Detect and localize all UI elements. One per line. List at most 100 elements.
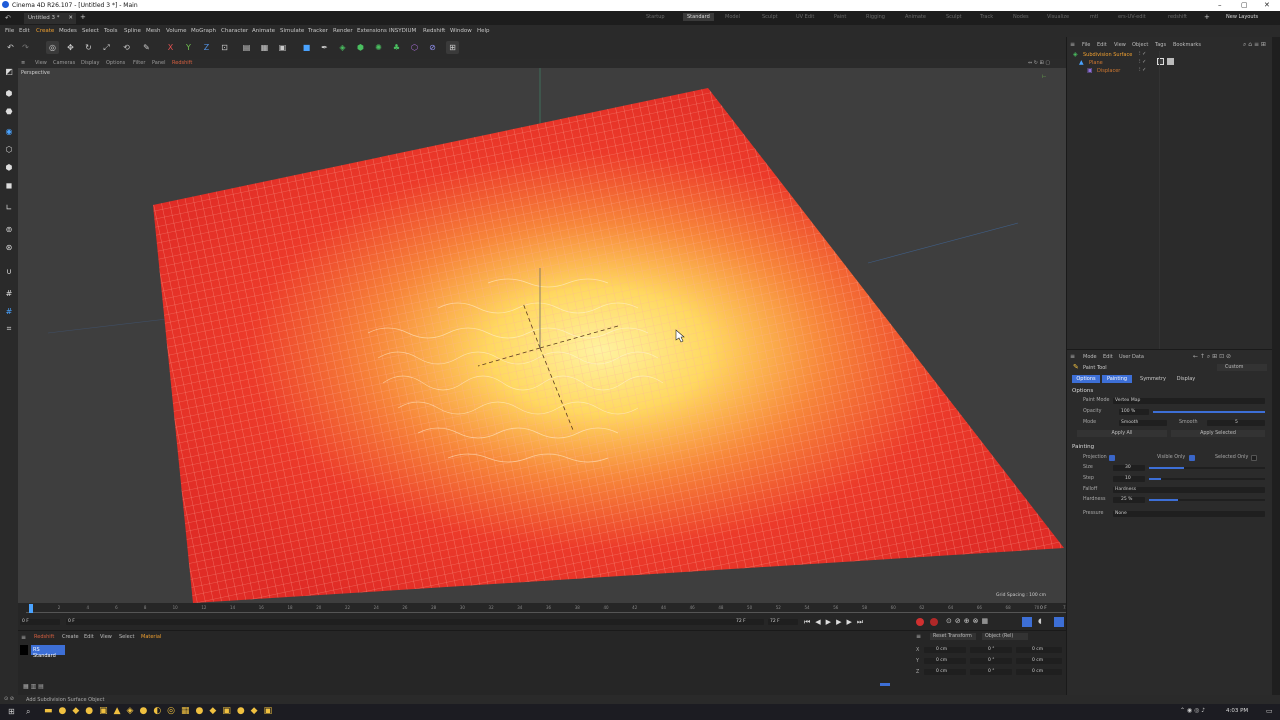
undo-history-icon[interactable]: ↶	[5, 14, 11, 22]
timeline-mode-toggle[interactable]	[1022, 617, 1032, 627]
scale-field[interactable]: 0 cm	[1016, 647, 1062, 653]
apply-all-button[interactable]: Apply All	[1077, 430, 1167, 437]
object-visibility-icons[interactable]: ⁝ ✓	[1139, 51, 1146, 57]
close-window-button[interactable]: ✕	[1264, 1, 1270, 9]
opacity-slider[interactable]	[1153, 411, 1265, 413]
selected-only-checkbox[interactable]	[1251, 455, 1257, 461]
rotation-field[interactable]: 0 °	[970, 658, 1012, 664]
layout-animate[interactable]: Animate	[905, 14, 926, 20]
object-row-displacer[interactable]: ▣ Displacer ⁝ ✓	[1087, 67, 1273, 75]
viewport-nav-icons[interactable]: ⇔ ↻ ⊞ ▢	[1028, 60, 1050, 66]
menu-tracker[interactable]: Tracker	[308, 28, 328, 34]
position-field[interactable]: 0 cm	[924, 658, 966, 664]
am-menu-mode[interactable]: Mode	[1083, 354, 1097, 360]
render-view-icon[interactable]: ▤	[240, 41, 253, 54]
om-menu-tags[interactable]: Tags	[1155, 42, 1166, 48]
quantize-icon[interactable]: #	[3, 305, 15, 317]
minimize-button[interactable]: –	[1218, 1, 1222, 9]
menu-window[interactable]: Window	[450, 28, 472, 34]
viewport-menu-cameras[interactable]: Cameras	[53, 60, 75, 66]
layout-paint[interactable]: Paint	[834, 14, 846, 20]
layout-sculpt[interactable]: Sculpt	[762, 14, 778, 20]
mode-select[interactable]: Smooth	[1119, 420, 1167, 426]
uv-mode-icon[interactable]: ⬢	[3, 161, 15, 173]
viewport-menu-panel[interactable]: Panel	[152, 60, 166, 66]
viewport-menu-display[interactable]: Display	[81, 60, 99, 66]
am-menu-user-data[interactable]: User Data	[1119, 354, 1144, 360]
menu-insydium[interactable]: INSYDIUM	[389, 28, 416, 34]
preview-range-field[interactable]: 0 F	[66, 619, 736, 625]
menu-render[interactable]: Render	[333, 28, 353, 34]
step-slider[interactable]	[1149, 478, 1265, 480]
axis-x-toggle[interactable]: X	[164, 41, 177, 54]
cloner-icon[interactable]: ✺	[372, 41, 385, 54]
scale-field[interactable]: 0 cm	[1016, 669, 1062, 675]
layout-nodes[interactable]: Nodes	[1013, 14, 1029, 20]
live-selection-icon[interactable]: ◎	[46, 41, 59, 54]
workplane-snap-icon[interactable]: ⌗	[3, 323, 15, 335]
hardness-slider[interactable]	[1149, 499, 1265, 501]
end-frame-field[interactable]: 72 F	[768, 619, 798, 625]
render-picture-viewer-icon[interactable]: ▦	[258, 41, 271, 54]
size-slider[interactable]	[1149, 467, 1265, 469]
material-menu-redshift[interactable]: Redshift	[34, 634, 54, 640]
menu-modes[interactable]: Modes	[59, 28, 77, 34]
pressure-select[interactable]: None	[1113, 511, 1265, 517]
am-menu-edit[interactable]: Edit	[1103, 354, 1113, 360]
start-frame-field[interactable]: 0 F	[20, 619, 60, 625]
sculpt-icon[interactable]: ⊛	[3, 241, 15, 253]
object-row-plane[interactable]: ▲ Plane ⁝ ✓	[1079, 58, 1273, 67]
paint-brush-icon[interactable]: ✎	[140, 41, 153, 54]
layout-sculpt-2[interactable]: Sculpt	[946, 14, 962, 20]
material-menu-material[interactable]: Material	[141, 634, 161, 640]
object-visibility-icons[interactable]: ⁝ ✓	[1139, 67, 1146, 73]
menu-file[interactable]: File	[5, 28, 14, 34]
step-field[interactable]: 10	[1113, 476, 1145, 482]
sound-icon[interactable]: ◖	[1038, 617, 1042, 625]
tray-icons[interactable]: ⌃ ◉ ◎ ♪	[1180, 707, 1205, 714]
start-icon[interactable]: ⊞	[8, 707, 15, 716]
material-menu-view[interactable]: View	[100, 634, 112, 640]
opacity-field[interactable]: 100 %	[1119, 409, 1149, 415]
redshift-tools-icon[interactable]: ⊞	[446, 41, 459, 54]
rotation-field[interactable]: 0 °	[970, 647, 1012, 653]
menu-mograph[interactable]: MoGraph	[191, 28, 216, 34]
axis-y-toggle[interactable]: Y	[182, 41, 195, 54]
om-menu-view[interactable]: View	[1114, 42, 1126, 48]
add-layout-icon[interactable]: +	[1204, 13, 1210, 21]
am-nav-icons[interactable]: ← ↑ ⌕ ⊞ ⊡ ⊘	[1193, 353, 1231, 361]
settings-toggle[interactable]	[1054, 617, 1064, 627]
array-icon[interactable]: ⬢	[354, 41, 367, 54]
material-menu-edit[interactable]: Edit	[84, 634, 94, 640]
autokey-button[interactable]	[930, 618, 938, 626]
scale-field[interactable]: 0 cm	[1016, 658, 1062, 664]
material-swatch[interactable]	[20, 645, 28, 655]
om-search-icons[interactable]: ⌕ ⌂ ≡ ⊞	[1243, 41, 1266, 49]
layout-standard[interactable]: Standard	[683, 13, 714, 21]
viewport-menu-filter[interactable]: Filter	[133, 60, 145, 66]
mesh-mode-icon[interactable]: ⬢	[3, 87, 15, 99]
attributes-menu-icon[interactable]: ≡	[1070, 353, 1075, 360]
layout-redshift[interactable]: redshift	[1168, 14, 1187, 20]
paint-mode-select[interactable]: Vertex Map	[1113, 398, 1265, 404]
points-mode-icon[interactable]: ⬣	[3, 105, 15, 117]
coords-menu-icon[interactable]: ≡	[916, 633, 921, 640]
menu-help[interactable]: Help	[477, 28, 490, 34]
new-document-icon[interactable]: +	[80, 13, 86, 21]
objects-menu-icon[interactable]: ≡	[1070, 41, 1075, 48]
coords-mode-select[interactable]: Object (Rel)	[982, 633, 1028, 640]
axis-mode-icon[interactable]: ∟	[3, 201, 15, 213]
texture-mode-icon[interactable]: ◼	[3, 179, 15, 191]
menu-extensions[interactable]: Extensions	[357, 28, 387, 34]
manager-tab-strip[interactable]	[1272, 37, 1280, 695]
om-menu-bookmarks[interactable]: Bookmarks	[1173, 42, 1201, 48]
menu-create[interactable]: Create	[36, 28, 54, 34]
field-icon[interactable]: ⬡	[408, 41, 421, 54]
layout-track[interactable]: Track	[980, 14, 993, 20]
menu-select[interactable]: Select	[82, 28, 99, 34]
vertex-map-tag-icon[interactable]	[1167, 58, 1174, 65]
transform-icon[interactable]: ⟲	[120, 41, 133, 54]
size-field[interactable]: 30	[1113, 465, 1145, 471]
menu-edit[interactable]: Edit	[19, 28, 30, 34]
tab-options[interactable]: Options	[1072, 375, 1100, 383]
